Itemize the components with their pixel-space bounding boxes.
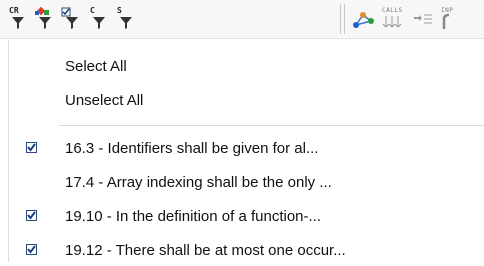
checkbox-funnel-icon (61, 7, 78, 29)
check-filter-button[interactable] (60, 7, 82, 31)
colored-shapes-funnel-icon (35, 7, 51, 29)
filter-dropdown-menu: Select All Unselect All 16.3 - Identifie… (8, 40, 484, 262)
funnel-icon (93, 17, 105, 29)
checked-checkbox[interactable] (26, 244, 37, 255)
menu-divider (59, 125, 484, 126)
checkmark-icon (27, 211, 36, 220)
select-all-item[interactable]: Select All (9, 52, 484, 82)
rule-label: 19.12 - There shall be at most one occur… (65, 242, 346, 259)
rule-label: 17.4 - Array indexing shall be the only … (65, 174, 332, 191)
graph-nodes-icon (353, 12, 374, 28)
unselect-all-item[interactable]: Unselect All (9, 86, 484, 116)
rule-item-19-10[interactable]: 19.10 - In the definition of a function-… (9, 202, 484, 232)
input-arrow-icon (442, 13, 450, 29)
unselect-all-label: Unselect All (65, 92, 144, 109)
checkmark-icon (27, 245, 36, 254)
funnel-icon (12, 17, 24, 29)
rule-label: 16.3 - Identifiers shall be given for al… (65, 140, 319, 157)
toolbar-separator (344, 4, 345, 34)
calls-button[interactable]: CALLS (382, 7, 404, 31)
filter-toolbar: CR C S CALLS INP (0, 0, 484, 39)
calls-arrows-icon (382, 16, 402, 28)
rule-label: 19.10 - In the definition of a function-… (65, 208, 321, 225)
s-filter-button[interactable]: S (114, 7, 136, 31)
checked-checkbox[interactable] (26, 210, 37, 221)
color-filter-button[interactable] (33, 7, 55, 31)
c-filter-button[interactable]: C (87, 7, 109, 31)
select-all-label: Select All (65, 58, 127, 75)
checked-checkbox[interactable] (26, 142, 37, 153)
cr-filter-button[interactable]: CR (6, 7, 28, 31)
list-button[interactable] (412, 7, 434, 31)
toolbar-separator (340, 4, 341, 34)
indented-list-icon (414, 14, 432, 24)
inp-button[interactable]: INP (440, 7, 462, 31)
rule-item-17-4[interactable]: 17.4 - Array indexing shall be the only … (9, 168, 484, 198)
checkmark-icon (27, 143, 36, 152)
rule-item-16-3[interactable]: 16.3 - Identifiers shall be given for al… (9, 134, 484, 164)
call-graph-button[interactable] (352, 7, 374, 31)
funnel-icon (120, 17, 132, 29)
